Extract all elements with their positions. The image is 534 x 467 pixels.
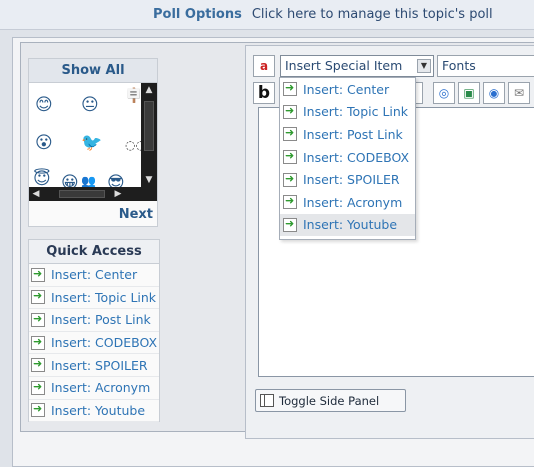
dropdown-item-label: Insert: Center: [303, 81, 390, 97]
green-arrow-icon: [31, 402, 45, 418]
quick-access-item[interactable]: Insert: Center: [29, 264, 159, 287]
toggle-side-panel-button[interactable]: Toggle Side Panel: [255, 389, 406, 412]
spellcheck-icon[interactable]: a: [253, 55, 275, 77]
quick-access-item[interactable]: Insert: SPOILER: [29, 354, 159, 377]
emoticon-horizontal-scrollbar[interactable]: ◀ ▶: [29, 187, 157, 201]
chevron-down-icon[interactable]: ▼: [417, 59, 431, 73]
quick-access-label: Insert: Youtube: [51, 402, 146, 418]
dropdown-item-label: Insert: CODEBOX: [303, 149, 410, 165]
dropdown-item-label: Insert: Post Link: [303, 126, 403, 142]
insert-special-item-value: Insert Special Item: [285, 58, 403, 73]
green-arrow-icon: [283, 149, 297, 165]
quick-access-item[interactable]: Insert: Youtube: [29, 400, 159, 423]
quick-access-label: Insert: Topic Link: [51, 289, 157, 305]
quick-access-label: Insert: Post Link: [51, 312, 151, 328]
green-arrow-icon: [31, 335, 45, 350]
toggle-side-panel-label: Toggle Side Panel: [279, 393, 380, 408]
quick-access-item[interactable]: Insert: Post Link: [29, 309, 159, 332]
dropdown-item[interactable]: Insert: CODEBOX: [280, 146, 415, 169]
special-item-dropdown: Insert: Center Insert: Topic Link Insert…: [279, 77, 416, 240]
dropdown-item[interactable]: Insert: SPOILER: [280, 168, 415, 191]
angel-emoticon[interactable]: 😇: [33, 171, 51, 188]
green-arrow-icon: [283, 104, 297, 119]
dropdown-item-highlighted[interactable]: Insert: Youtube: [280, 213, 415, 237]
emoticon-vertical-scrollbar[interactable]: ▲ ▼: [141, 83, 157, 187]
poll-options-title: Poll Options: [153, 7, 242, 22]
poll-options-bar: Poll Options Click here to manage this t…: [0, 0, 534, 30]
dropdown-item[interactable]: Insert: Center: [280, 78, 415, 101]
dropdown-item-label: Insert: Topic Link: [303, 104, 409, 120]
dropdown-item-label: Insert: SPOILER: [303, 172, 400, 188]
quick-access-label: Insert: SPOILER: [51, 357, 148, 373]
grin-emoticon[interactable]: 😮: [35, 135, 53, 152]
image-icon[interactable]: ▣: [458, 82, 480, 104]
green-arrow-icon: [31, 380, 45, 395]
media-icon[interactable]: ◉: [483, 82, 505, 104]
insert-special-item-select[interactable]: Insert Special Item ▼: [280, 55, 434, 77]
scroll-down-icon[interactable]: ▼: [141, 173, 157, 187]
green-arrow-icon: [283, 126, 297, 142]
quick-access-panel: Quick Access Insert: Center Insert: Topi…: [28, 239, 160, 423]
wink-emoticon[interactable]: 😐: [81, 97, 99, 114]
quick-access-label: Insert: CODEBOX: [51, 335, 158, 351]
scroll-left-icon[interactable]: ◀: [29, 187, 43, 201]
email-icon[interactable]: ✉: [508, 82, 530, 104]
fonts-select-value: Fonts: [442, 58, 476, 73]
bird-emoticon[interactable]: 🐦: [81, 135, 102, 152]
quick-access-item[interactable]: Insert: Acronym: [29, 377, 159, 400]
dropdown-item[interactable]: Insert: Post Link: [280, 123, 415, 146]
fonts-select[interactable]: Fonts: [437, 55, 534, 77]
dropdown-item-label: Insert: Acronym: [303, 194, 403, 210]
emoticon-viewport: 😊 😐 🪧 😮 🐦 ◌◌ 😇 😀 👥 😎 ▲ ▼ ◀ ▶: [29, 83, 157, 201]
dropdown-item[interactable]: Insert: Acronym: [280, 191, 415, 214]
green-arrow-icon: [283, 81, 297, 97]
link-icon[interactable]: ◎: [433, 82, 455, 104]
emoticon-panel: Show All 😊 😐 🪧 😮 🐦 ◌◌ 😇 😀 👥 😎 ▲ ▼ ◀ ▶ Ne…: [28, 58, 158, 227]
green-arrow-icon: [31, 357, 45, 373]
quick-access-label: Insert: Center: [51, 267, 138, 283]
dropdown-item[interactable]: Insert: Topic Link: [280, 101, 415, 124]
scroll-right-icon[interactable]: ▶: [111, 187, 125, 201]
smile-emoticon[interactable]: 😊: [35, 97, 53, 114]
hscroll-thumb[interactable]: [59, 190, 105, 198]
quick-access-label: Insert: Acronym: [51, 380, 151, 396]
green-arrow-icon: [283, 217, 297, 232]
quick-access-title: Quick Access: [29, 240, 159, 264]
quick-access-item[interactable]: Insert: Topic Link: [29, 287, 159, 310]
crowd-emoticon[interactable]: 👥: [81, 175, 96, 187]
dropdown-item-label: Insert: Youtube: [303, 217, 398, 233]
green-arrow-icon: [283, 194, 297, 210]
green-arrow-icon: [31, 289, 45, 305]
bold-button[interactable]: b: [253, 82, 275, 104]
scroll-thumb[interactable]: [144, 101, 154, 151]
quick-access-item[interactable]: Insert: CODEBOX: [29, 332, 159, 355]
panel-icon: [260, 394, 274, 407]
manage-poll-link[interactable]: Click here to manage this topic's poll: [252, 7, 493, 22]
next-emoticons-link[interactable]: Next: [119, 207, 153, 222]
green-arrow-icon: [283, 172, 297, 187]
scroll-up-icon[interactable]: ▲: [141, 83, 157, 97]
green-arrow-icon: [31, 312, 45, 327]
green-arrow-icon: [31, 267, 45, 282]
sign-smiley-emoticon[interactable]: 🪧: [125, 89, 142, 103]
show-all-emoticons-link[interactable]: Show All: [29, 59, 157, 83]
